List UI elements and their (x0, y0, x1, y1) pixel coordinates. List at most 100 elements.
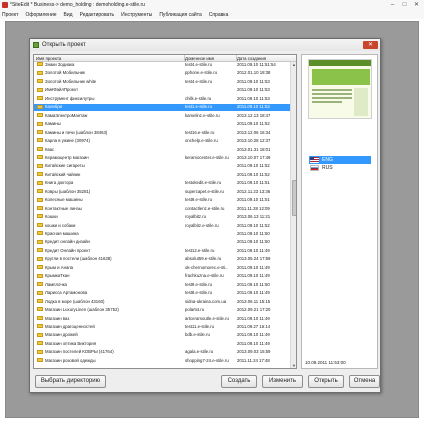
project-row[interactable]: кошки и собаки royalbitz.e-stile.ru 2011.0… (34, 223, 290, 230)
project-row[interactable]: Камины и печи (шаблон 38453) test16.e-sti… (34, 130, 290, 137)
language-rus[interactable]: RUS (309, 164, 371, 172)
project-row[interactable]: Крым и Анапа ok-chernomorec.e-sti.. 2011.0… (34, 265, 290, 272)
project-name: Магазин ваз (37, 316, 184, 323)
language-eng[interactable]: ENG (309, 156, 371, 164)
column-header-name[interactable]: Имя проекта (36, 56, 184, 61)
menu-project[interactable]: Проект (2, 12, 18, 18)
project-domain: supercapet.e-stile.ru (185, 188, 224, 194)
project-row[interactable]: Лодка в море (шаблон 43160) sidna-ukraina… (34, 299, 290, 306)
folder-icon (37, 231, 43, 236)
project-row[interactable]: Красная машина 2011.09.10 11:50 (34, 231, 290, 238)
maximize-button[interactable]: □ (399, 1, 410, 9)
project-name-text: Магазин дрожей (45, 332, 78, 338)
folder-icon (37, 70, 43, 75)
project-name-text: Магазин постелей КОВРЫ (41764) (45, 349, 114, 355)
project-row[interactable]: Ковры (шаблон 35281) supercapet.e-stile.r… (34, 189, 290, 196)
project-row[interactable]: Ламплочка test9.e-stile.ru 2011.09.10 11:5… (34, 282, 290, 289)
project-name: Золотой Мобильник (37, 70, 184, 77)
project-date: 2013.12.06 16:34 (237, 129, 271, 135)
project-row[interactable]: Магазин LuxuryLinen (шаблон 35752) polart… (34, 307, 290, 314)
project-domain: test1.e-stile.ru (185, 104, 212, 110)
choose-directory-button[interactable]: Выбрать директорию (35, 375, 106, 388)
menu-edit[interactable]: Редактировать (80, 12, 115, 18)
open-project-dialog: Открыть проект ✕ Имя проекта Доменное им… (29, 38, 381, 393)
project-row[interactable]: Магазин драгоценностей test11.e-stile.ru 2… (34, 324, 290, 331)
dialog-icon (33, 42, 39, 48)
open-button[interactable]: Открыть (308, 375, 344, 388)
menu-tools[interactable]: Инструменты (121, 12, 152, 18)
project-name-text: Китайские сигареты (45, 163, 85, 169)
folder-icon (37, 113, 43, 118)
project-name: Магазин розовой одежды (37, 358, 184, 365)
cancel-button[interactable]: Отмена (349, 375, 380, 388)
folder-icon (37, 96, 43, 101)
project-date: 2011.09.10 11:49 (237, 340, 270, 346)
column-header-domain[interactable]: Доменное имя (185, 56, 235, 61)
project-row[interactable]: Золотой Мобильник white test4.e-stile.ru 2… (34, 79, 290, 86)
project-name: Калибри (37, 104, 184, 111)
project-row[interactable]: КрымкаТкан frachkuzna.e-stile.ru 2011.09.1… (34, 273, 290, 280)
menu-design[interactable]: Оформление (25, 12, 56, 18)
project-row[interactable]: ИмяФайлПроект 2011.09.10 11:53 (34, 87, 290, 94)
dialog-close-button[interactable]: ✕ (363, 41, 378, 49)
project-details-panel: ENG RUS 10.09.2011 11:53:00 (301, 54, 378, 369)
project-row[interactable]: КамаЭлектроМантаж kamelinz.e-stile.ru 2013… (34, 113, 290, 120)
project-domain: bdb.e-stile.ru (185, 332, 210, 338)
folder-icon (37, 222, 43, 227)
project-row[interactable]: Колесные машины test9.e-stile.ru 2011.09.1… (34, 197, 290, 204)
column-header-date[interactable]: Дата создания (237, 56, 289, 61)
project-row[interactable]: Золотой Мобильник pphone.e-stile.ru 2012.0… (34, 70, 290, 77)
menu-publish[interactable]: Публикация сайта (159, 12, 201, 18)
project-row[interactable]: Контактные линзы contactlenz.e-stile.ru 20… (34, 206, 290, 213)
project-name-text: Лодка в море (шаблон 43160) (45, 298, 105, 304)
project-row[interactable]: Магазин розовой одежды shopping7-24.e-sti… (34, 358, 290, 365)
project-name: Магазин драгоценностей (37, 324, 184, 331)
project-date: 2012.01.10 18:38 (237, 70, 271, 76)
project-row[interactable]: Ларисса Артамонова test8.e-stile.ru 2011.0… (34, 290, 290, 297)
project-date: 2011.09.10 11:52 (237, 121, 270, 127)
project-row[interactable]: Кредит Онлайн проект test12.e-stile.ru 201… (34, 248, 290, 255)
project-row[interactable]: Магазин оптика Виктория 2011.09.10 11:49 (34, 341, 290, 348)
project-row[interactable]: Калибри test1.e-stile.ru 2011.09.10 11:53 (34, 104, 290, 111)
menu-help[interactable]: Справка (209, 12, 229, 18)
scroll-thumb[interactable] (292, 180, 296, 216)
folder-icon (37, 332, 43, 337)
project-row[interactable]: Магазин дрожей bdb.e-stile.ru 2011.09.10 1… (34, 332, 290, 339)
create-button[interactable]: Создать (221, 375, 257, 388)
project-date: 2011.09.10 11:52 (237, 163, 270, 169)
project-domain: kamelinz.e-stile.ru (185, 112, 220, 118)
edit-button[interactable]: Изменить (262, 375, 303, 388)
project-row[interactable]: Квас 2013.01.31 18:01 (34, 147, 290, 154)
folder-icon (37, 282, 43, 287)
project-row[interactable]: Камины 2011.09.10 11:52 (34, 121, 290, 128)
project-row[interactable]: Книга доктора testokedit.e-stile.ru 2011.0… (34, 180, 290, 187)
project-name: КрымкаТкан (37, 273, 184, 280)
project-row[interactable]: Карла в ужине (30974) onchelp.e-stile.ru 2… (34, 138, 290, 145)
project-name-text: Магазин розовой одежды (45, 357, 96, 363)
project-date: 2011.09.10 11:49 (237, 315, 270, 321)
project-row[interactable]: Кошки royalbitz.ru 2013.06.13 11:21 (34, 214, 290, 221)
project-date: 2011.09.10 11:52 (237, 171, 270, 177)
minimize-button[interactable]: – (387, 1, 398, 9)
project-row[interactable]: Знаки Зодиака test4.e-stile.ru 2011.09.10 … (34, 62, 290, 69)
project-row[interactable]: Магазин ваз artceramoutle.e-stile.ru 2011.… (34, 316, 290, 323)
project-name-text: кошки и собаки (45, 222, 76, 228)
project-row[interactable]: Магазин постелей КОВРЫ (41764) agala.e-st… (34, 349, 290, 356)
project-row[interactable]: Кредит онлайн дизайн 2011.09.10 11:50 (34, 239, 290, 246)
scroll-down-icon[interactable]: ▼ (291, 363, 296, 368)
project-row[interactable]: Кругли в постели (шаблон 41638) absolut59… (34, 256, 290, 263)
project-domain: test12.e-stile.ru (185, 247, 215, 253)
project-row[interactable]: Китайские сигареты 2011.09.10 11:52 (34, 163, 290, 170)
close-button[interactable]: ✕ (411, 1, 422, 9)
menu-view[interactable]: Вид (64, 12, 73, 18)
project-row[interactable]: Инструмент фиксилутры chilk.e-stile.ru 201… (34, 96, 290, 103)
project-name-text: Магазин оптика Виктория (45, 340, 97, 346)
project-row[interactable]: Китайский чайник 2011.09.10 11:52 (34, 172, 290, 179)
preview-text-line (312, 93, 352, 95)
scroll-up-icon[interactable]: ▲ (291, 62, 296, 68)
vertical-scrollbar[interactable]: ▲ ▼ (290, 62, 296, 368)
folder-icon (37, 79, 43, 84)
folder-icon (37, 180, 43, 185)
project-row[interactable]: Керамоцентр магазин keramocenter.e-stile.… (34, 155, 290, 162)
project-domain: pphone.e-stile.ru (185, 70, 218, 76)
